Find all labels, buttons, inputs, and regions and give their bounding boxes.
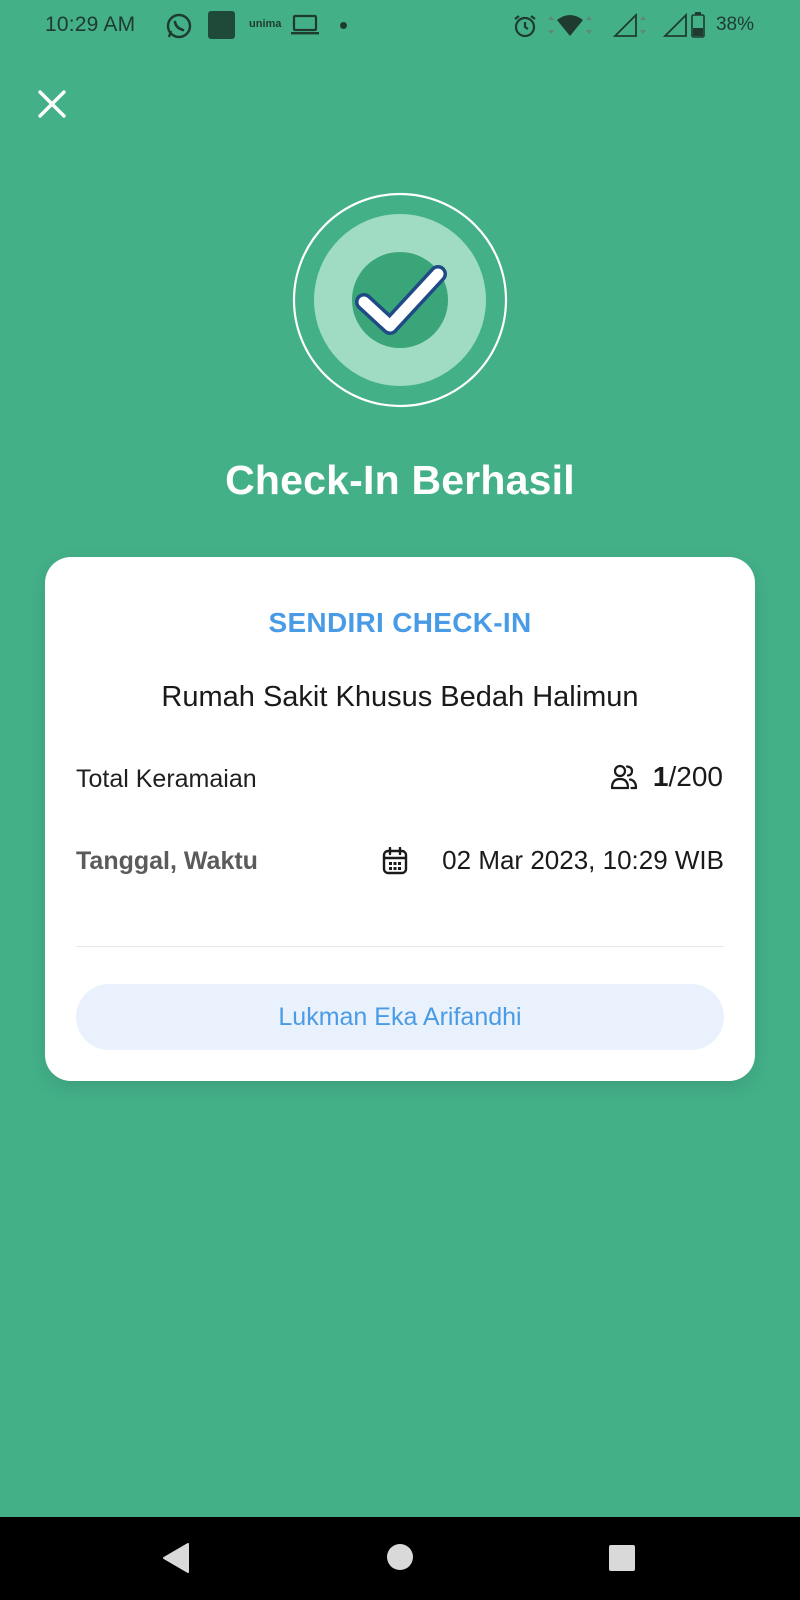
checkin-card: SENDIRI CHECK-IN Rumah Sakit Khusus Beda… bbox=[45, 557, 755, 1081]
status-bar: 10:29 AM unima 38% bbox=[0, 0, 800, 52]
user-name-chip[interactable]: Lukman Eka Arifandhi bbox=[76, 984, 724, 1050]
crowd-capacity: 200 bbox=[676, 761, 723, 792]
signal-icon bbox=[612, 12, 646, 37]
datetime-label: Tanggal, Waktu bbox=[76, 847, 258, 875]
app-icon bbox=[208, 11, 235, 39]
checkin-type-label: SENDIRI CHECK-IN bbox=[268, 607, 532, 638]
whatsapp-icon bbox=[166, 13, 192, 39]
datetime-value: 02 Mar 2023, 10:29 WIB bbox=[382, 845, 724, 876]
user-name: Lukman Eka Arifandhi bbox=[278, 1002, 522, 1031]
page-title: Check-In Berhasil bbox=[225, 457, 575, 503]
dot-icon bbox=[340, 22, 347, 29]
home-icon[interactable] bbox=[386, 1543, 414, 1571]
alarm-icon bbox=[514, 15, 536, 38]
back-icon[interactable] bbox=[161, 1541, 191, 1575]
calendar-icon bbox=[382, 846, 408, 874]
close-button[interactable] bbox=[34, 86, 70, 122]
card-divider bbox=[76, 946, 724, 947]
recents-icon[interactable] bbox=[608, 1544, 636, 1572]
signal-icon bbox=[662, 12, 687, 37]
venue-name: Rumah Sakit Khusus Bedah Halimun bbox=[161, 681, 639, 713]
system-nav-bar bbox=[0, 1517, 800, 1600]
wifi-icon bbox=[548, 15, 592, 36]
battery-percentage: 38% bbox=[715, 14, 754, 35]
status-time: 10:29 AM bbox=[45, 13, 136, 36]
check-circle-icon bbox=[292, 192, 508, 408]
datetime-text: 02 Mar 2023, 10:29 WIB bbox=[442, 845, 724, 875]
people-icon bbox=[610, 764, 638, 790]
unima-icon: unima bbox=[249, 18, 282, 30]
crowd-label: Total Keramaian bbox=[76, 765, 257, 793]
crowd-count: 1/200 bbox=[653, 761, 723, 793]
battery-icon bbox=[691, 12, 705, 38]
laptop-icon bbox=[291, 14, 319, 35]
crowd-current: 1 bbox=[652, 761, 669, 792]
crowd-value: 1/200 bbox=[609, 761, 723, 793]
close-icon bbox=[38, 90, 66, 118]
